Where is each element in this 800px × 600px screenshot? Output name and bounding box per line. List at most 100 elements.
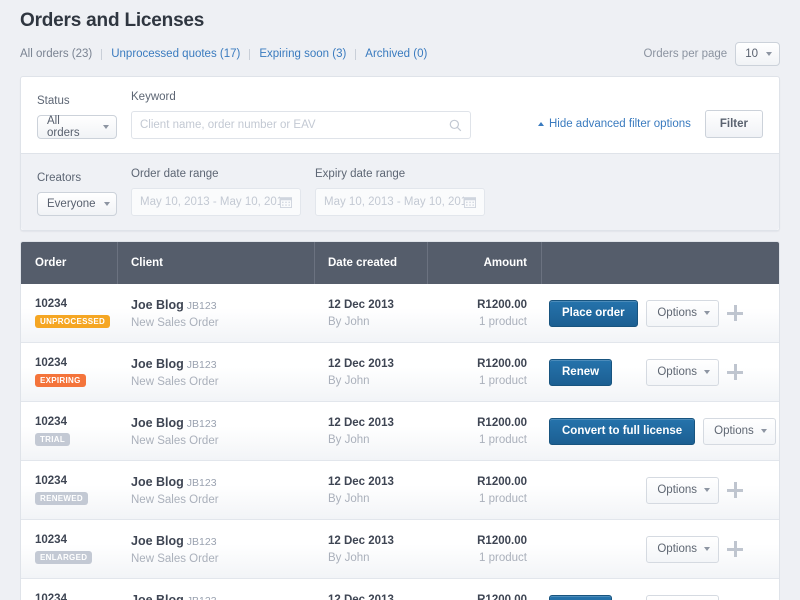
cell-order: 10234 RENEWED: [21, 461, 117, 520]
orders-per-page: Orders per page 10: [643, 42, 780, 66]
amount-value: R1200.00: [477, 475, 527, 488]
add-icon[interactable]: [727, 541, 743, 557]
options-button[interactable]: Options: [646, 535, 719, 563]
page-header: Orders and Licenses All orders (23) Unpro…: [0, 0, 800, 66]
orders-per-page-label: Orders per page: [643, 48, 728, 60]
table-row[interactable]: 10234 TRIAL Joe Blog JB123 New Sales Order 12…: [21, 402, 779, 461]
table-row[interactable]: 10234 EXPIRING Joe Blog JB123 New Sales Orde…: [21, 343, 779, 402]
client-name-line: Joe BlogJB123: [131, 298, 300, 312]
tab-expiring-soon-3[interactable]: Expiring soon (3): [259, 48, 346, 60]
client-name-line: Joe BlogJB123: [131, 416, 300, 430]
client-code: JB123: [186, 535, 217, 548]
primary-action-button[interactable]: Renew: [549, 358, 613, 386]
cell-client: Joe BlogJB123 New Sales Order: [117, 520, 314, 579]
chevron-down-icon: [766, 52, 772, 56]
filter-panel: Status All orders Keyword Client name, o…: [20, 76, 780, 231]
order-number: 10234: [35, 593, 67, 600]
order-number: 10234: [35, 475, 67, 487]
primary-action-button[interactable]: Renew: [549, 594, 613, 600]
status-select[interactable]: All orders: [37, 115, 117, 139]
amount-product-count: 1 product: [479, 374, 527, 387]
cell-actions: Place order Options: [541, 284, 757, 343]
tab-all-orders-23[interactable]: All orders (23): [20, 48, 92, 60]
chevron-down-icon: [704, 370, 710, 374]
toggle-advanced-filters-link[interactable]: Hide advanced filter options: [537, 118, 691, 130]
date-created: 12 Dec 2013: [328, 593, 394, 600]
amount-value: R1200.00: [477, 416, 527, 429]
cell-amount: R1200.001 product: [427, 284, 541, 343]
primary-action-button[interactable]: Convert to full license: [549, 417, 696, 445]
cell-amount: R1200.001 product: [427, 579, 541, 600]
filter-row-basic: Status All orders Keyword Client name, o…: [21, 77, 779, 153]
creators-select[interactable]: Everyone: [37, 192, 117, 216]
keyword-placeholder: Client name, order number or EAV: [140, 119, 316, 131]
cell-date-created: 12 Dec 2013 By John: [314, 343, 427, 402]
keyword-input[interactable]: Client name, order number or EAV: [131, 111, 471, 139]
expiry-date-range-label: Expiry date range: [315, 168, 406, 180]
chevron-up-icon: [537, 122, 544, 126]
expiry-date-range-input[interactable]: May 10, 2013 - May 10, 2013: [315, 188, 485, 216]
cell-amount: R1200.00 1 product: [427, 402, 541, 461]
cell-date-created: 12 Dec 2013 By John: [314, 520, 427, 579]
chevron-down-icon: [103, 202, 110, 206]
table-row[interactable]: 10234 UNPROCESSED Joe Blog JB123 New Sales O…: [21, 284, 779, 343]
filter-tabs: All orders (23) Unprocessed quotes (17) Ex…: [20, 48, 427, 60]
order-date-range-label: Order date range: [131, 168, 219, 180]
search-icon: [449, 119, 462, 131]
client-name: Joe Blog: [131, 533, 184, 548]
tab-archived-0[interactable]: Archived (0): [365, 48, 427, 60]
client-code: JB123: [186, 299, 217, 312]
cell-date-created: 12 Dec 2013 By John: [314, 284, 427, 343]
options-button-label: Options: [657, 307, 697, 319]
options-button[interactable]: Options: [646, 299, 719, 327]
options-button-label: Options: [657, 366, 697, 378]
toggle-advanced-filters-label: Hide advanced filter options: [548, 118, 691, 130]
cell-actions: Options: [541, 520, 757, 579]
column-header-date-created: Date created: [314, 242, 427, 284]
expiry-date-range-group: Expiry date range May 10, 2013 - May 10,…: [315, 168, 485, 216]
cell-client: Joe BlogJB123 New Sales Order: [117, 343, 314, 402]
tab-separator: [101, 48, 103, 60]
table-row[interactable]: 10234 RENEWED Joe Blog JB123 New Sales Order…: [21, 461, 779, 520]
status-label: Status: [37, 95, 70, 107]
creators-filter-group: Creators Everyone: [37, 172, 117, 216]
chevron-down-icon: [704, 547, 710, 551]
options-button[interactable]: Options: [646, 476, 719, 504]
primary-action-button[interactable]: Place order: [549, 299, 638, 327]
cell-date-created: 12 Dec 2013 By John: [314, 402, 427, 461]
date-created-author: By John: [328, 315, 370, 328]
table-row[interactable]: 10234EXPIREDJoe BlogJB123New Sales Order…: [21, 579, 779, 600]
options-button[interactable]: Options: [646, 358, 719, 386]
amount-product-count: 1 product: [479, 433, 527, 446]
date-created-author: By John: [328, 551, 370, 564]
column-header-order: Order: [35, 257, 67, 269]
amount-value: R1200.00: [477, 534, 527, 547]
client-name: Joe Blog: [131, 297, 184, 312]
filter-button[interactable]: Filter: [704, 110, 763, 138]
status-badge: TRIAL: [35, 433, 71, 446]
client-subtitle: New Sales Order: [131, 375, 219, 388]
cell-amount: R1200.00 1 product: [427, 520, 541, 579]
date-created: 12 Dec 2013: [328, 298, 394, 311]
client-name: Joe Blog: [131, 415, 184, 430]
amount-product-count: 1 product: [479, 551, 527, 564]
add-icon[interactable]: [727, 305, 743, 321]
sub-toolbar: All orders (23) Unprocessed quotes (17) Ex…: [20, 42, 780, 66]
options-button-label: Options: [657, 484, 697, 496]
cell-order: 10234 UNPROCESSED: [21, 284, 117, 343]
cell-actions: Convert to full license Options: [541, 402, 776, 461]
table-row[interactable]: 10234 ENLARGED Joe Blog JB123 New Sales Orde…: [21, 520, 779, 579]
order-number: 10234: [35, 357, 67, 369]
options-button[interactable]: Options: [703, 417, 776, 445]
client-subtitle: New Sales Order: [131, 434, 219, 447]
cell-actions: Options: [541, 461, 757, 520]
calendar-icon: [464, 197, 476, 208]
amount-value: R1200.00: [477, 298, 527, 311]
client-code: JB123: [186, 476, 217, 489]
options-button[interactable]: Options: [646, 594, 719, 600]
order-date-range-input[interactable]: May 10, 2013 - May 10, 2013: [131, 188, 301, 216]
add-icon[interactable]: [727, 364, 743, 380]
tab-unprocessed-quotes-17[interactable]: Unprocessed quotes (17): [111, 48, 240, 60]
orders-per-page-select[interactable]: 10: [735, 42, 780, 66]
add-icon[interactable]: [727, 482, 743, 498]
